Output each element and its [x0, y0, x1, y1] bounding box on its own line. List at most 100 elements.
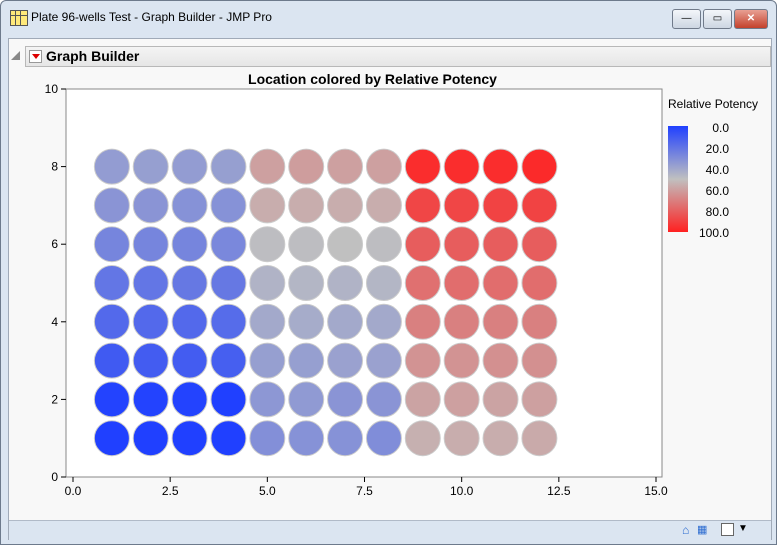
well-point — [327, 226, 364, 263]
well-point — [443, 303, 480, 340]
data-table-icon[interactable]: ▦ — [697, 523, 707, 536]
well-point — [365, 342, 402, 379]
home-icon[interactable]: ⌂ — [682, 523, 689, 537]
well-point — [171, 381, 208, 418]
well-point — [443, 226, 480, 263]
well-point — [132, 148, 169, 185]
window-title: Plate 96-wells Test - Graph Builder - JM… — [31, 10, 272, 24]
report-area: Graph Builder Location colored by Relati… — [8, 38, 772, 540]
well-point — [171, 226, 208, 263]
well-point — [210, 265, 247, 301]
well-point — [210, 342, 247, 379]
well-point — [404, 226, 441, 263]
title-bar: Plate 96-wells Test - Graph Builder - JM… — [1, 1, 776, 33]
well-point — [521, 303, 558, 340]
well-point — [365, 187, 402, 224]
well-point — [249, 226, 286, 263]
well-point — [93, 226, 130, 263]
well-point — [482, 265, 519, 301]
legend-label: 40.0 — [705, 163, 729, 177]
well-point — [404, 342, 441, 379]
well-point — [327, 342, 364, 379]
well-point — [288, 187, 325, 224]
dropdown-arrow-icon[interactable]: ▼ — [738, 523, 748, 534]
well-point — [327, 148, 364, 185]
well-point — [93, 148, 130, 185]
well-point — [482, 420, 519, 457]
well-point — [132, 381, 169, 418]
well-point — [288, 381, 325, 418]
well-point — [132, 226, 169, 263]
scatter-plot[interactable]: 0.0 2.5 5.0 7.5 10.0 12.5 15.0 0 2 4 6 8 10 — [9, 39, 669, 509]
app-window: Plate 96-wells Test - Graph Builder - JM… — [0, 0, 777, 545]
well-point — [249, 420, 286, 457]
legend-label: 60.0 — [705, 184, 729, 198]
y-tick-label: 0 — [51, 470, 58, 484]
well-point — [365, 303, 402, 340]
maximize-button[interactable]: ▭ — [703, 9, 732, 29]
y-tick-label: 6 — [51, 237, 58, 251]
legend-label: 20.0 — [705, 142, 729, 156]
y-tick-label: 10 — [45, 82, 59, 96]
well-point — [521, 226, 558, 263]
x-tick-label: 5.0 — [259, 484, 276, 498]
well-point — [482, 381, 519, 418]
well-point — [288, 303, 325, 340]
well-point — [132, 342, 169, 379]
well-point — [93, 187, 130, 224]
well-point — [365, 381, 402, 418]
well-point — [365, 226, 402, 263]
well-point — [288, 342, 325, 379]
well-point — [249, 187, 286, 224]
well-point — [521, 148, 558, 185]
x-tick-label: 2.5 — [162, 484, 179, 498]
window-list-icon[interactable] — [721, 523, 734, 536]
well-point — [171, 420, 208, 457]
well-point — [404, 265, 441, 301]
y-tick-label: 2 — [51, 392, 58, 406]
well-point — [93, 381, 130, 418]
well-point — [365, 420, 402, 457]
well-point — [443, 381, 480, 418]
y-tick-label: 8 — [51, 160, 58, 174]
well-point — [171, 148, 208, 185]
status-bar: ⌂ ▦ ▼ — [9, 520, 771, 540]
well-point — [327, 187, 364, 224]
x-tick-label: 0.0 — [65, 484, 82, 498]
well-point — [132, 187, 169, 224]
well-point — [327, 265, 364, 301]
well-point — [327, 381, 364, 418]
well-point — [210, 226, 247, 263]
well-point — [132, 265, 169, 301]
well-point — [288, 420, 325, 457]
well-point — [249, 148, 286, 185]
x-tick-label: 10.0 — [450, 484, 474, 498]
close-button[interactable]: ✕ — [734, 9, 768, 29]
well-point — [404, 148, 441, 185]
well-point — [210, 187, 247, 224]
well-point — [171, 342, 208, 379]
well-point — [171, 303, 208, 340]
well-point — [288, 265, 325, 301]
well-point — [210, 303, 247, 340]
legend-label: 100.0 — [698, 226, 729, 240]
well-point — [132, 303, 169, 340]
well-point — [404, 187, 441, 224]
well-point — [521, 265, 558, 301]
y-tick-label: 4 — [51, 315, 58, 329]
well-point — [365, 148, 402, 185]
well-point — [93, 265, 130, 301]
well-point — [443, 420, 480, 457]
well-point — [93, 303, 130, 340]
well-point — [482, 226, 519, 263]
well-point — [210, 381, 247, 418]
well-point — [404, 303, 441, 340]
well-point — [132, 420, 169, 457]
well-point — [482, 148, 519, 185]
legend-label: 80.0 — [705, 205, 729, 219]
x-tick-label: 12.5 — [547, 484, 571, 498]
well-point — [171, 265, 208, 301]
well-point — [521, 420, 558, 457]
well-point — [443, 265, 480, 301]
minimize-button[interactable]: — — [672, 9, 701, 29]
